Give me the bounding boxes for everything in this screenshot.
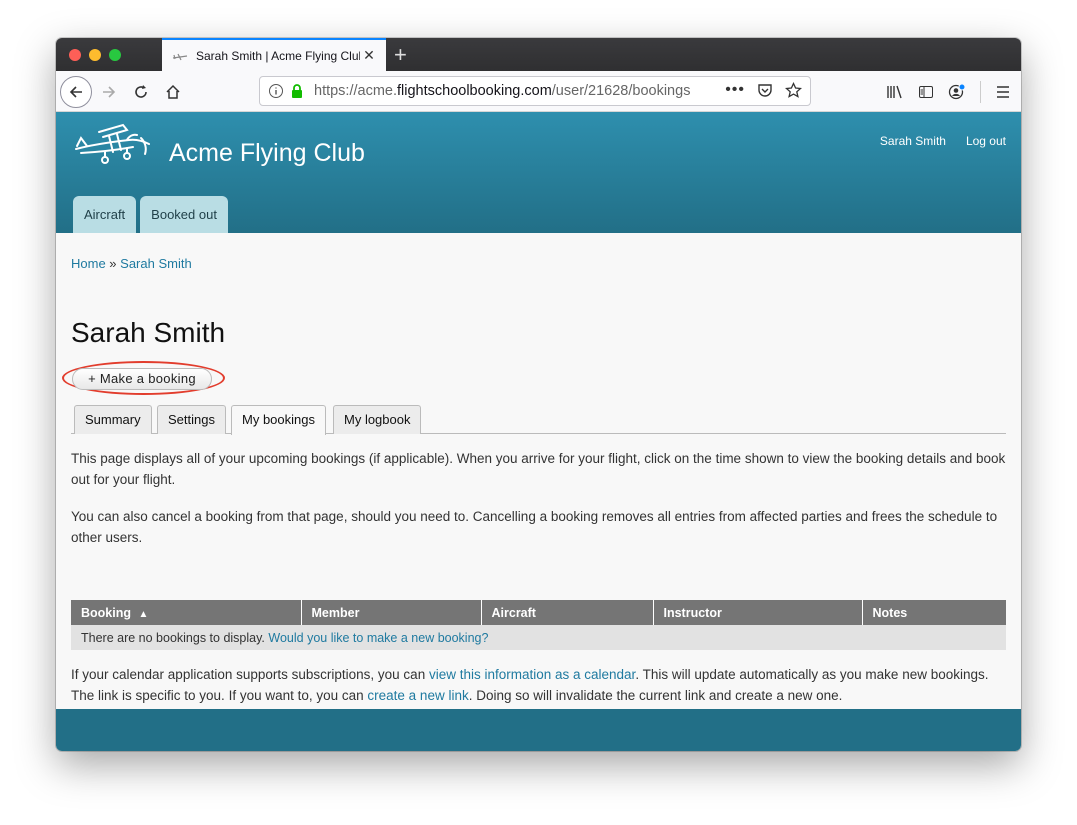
library-icon[interactable] (886, 84, 904, 100)
hamburger-menu-icon[interactable] (995, 85, 1011, 99)
pocket-icon[interactable] (757, 82, 773, 98)
sort-ascending-icon: ▲ (138, 608, 149, 620)
breadcrumb-home[interactable]: Home (71, 256, 106, 271)
url-path: /user/21628/bookings (551, 83, 691, 99)
browser-tab-active[interactable]: Sarah Smith | Acme Flying Club ✕ (162, 38, 386, 71)
minimize-window-button[interactable] (89, 49, 101, 61)
column-booking-label: Booking (81, 605, 131, 620)
tab-summary[interactable]: Summary (74, 405, 152, 434)
address-bar[interactable]: https://acme.flightschoolbooking.com/use… (259, 76, 811, 106)
back-button[interactable] (60, 76, 92, 108)
home-icon (166, 84, 180, 99)
empty-table-message: There are no bookings to display. Would … (71, 625, 1006, 650)
tab-title: Sarah Smith | Acme Flying Club (196, 48, 360, 63)
forward-button[interactable] (94, 77, 124, 107)
site-name[interactable]: Acme Flying Club (169, 139, 365, 168)
reload-button[interactable] (126, 77, 156, 107)
calendar-text-3: . Doing so will invalidate the current l… (468, 688, 843, 703)
primary-tabs: Aircraft Booked out (73, 196, 228, 233)
tab-my-logbook[interactable]: My logbook (333, 405, 422, 434)
bookings-table: Booking ▲ Member Aircraft Instructor Not… (71, 600, 1006, 650)
make-booking-button[interactable]: + Make a booking (72, 368, 212, 390)
column-instructor[interactable]: Instructor (653, 600, 863, 625)
url-text: https://acme.flightschoolbooking.com/use… (314, 83, 690, 99)
new-booking-link[interactable]: Would you like to make a new booking? (268, 631, 488, 645)
lock-icon (292, 84, 302, 98)
user-links: Sarah Smith Log out (880, 134, 1006, 148)
tab-booked-out[interactable]: Booked out (140, 196, 228, 233)
intro-paragraph-1: This page displays all of your upcoming … (71, 451, 1006, 487)
browser-window: Sarah Smith | Acme Flying Club ✕ + https… (56, 38, 1021, 751)
bookmark-star-icon[interactable] (785, 81, 802, 99)
create-new-link[interactable]: create a new link (367, 688, 468, 703)
column-booking[interactable]: Booking ▲ (71, 600, 302, 625)
url-prefix: https://acme. (314, 83, 398, 99)
account-icon[interactable] (948, 83, 966, 101)
url-domain: flightschoolbooking.com (397, 83, 552, 99)
close-window-button[interactable] (69, 49, 81, 61)
breadcrumb-current[interactable]: Sarah Smith (120, 256, 192, 271)
reload-icon (135, 85, 147, 98)
tab-aircraft[interactable]: Aircraft (73, 196, 137, 233)
maximize-window-button[interactable] (109, 49, 121, 61)
info-icon[interactable] (268, 83, 284, 99)
back-arrow-icon (69, 86, 82, 98)
table-row: There are no bookings to display. Would … (71, 625, 1006, 650)
airplane-logo-icon[interactable] (71, 122, 153, 173)
column-notes[interactable]: Notes (862, 600, 1006, 625)
user-profile-link[interactable]: Sarah Smith (880, 134, 946, 148)
site-footer (56, 709, 1021, 751)
breadcrumb-separator: » (105, 256, 121, 271)
view-calendar-link[interactable]: view this information as a calendar (429, 667, 635, 682)
page-actions-icon[interactable]: ••• (725, 81, 745, 99)
home-button[interactable] (158, 77, 188, 107)
close-tab-icon[interactable]: ✕ (360, 47, 378, 64)
calendar-text-1: If your calendar application supports su… (71, 667, 429, 682)
column-member[interactable]: Member (301, 600, 482, 625)
column-aircraft[interactable]: Aircraft (481, 600, 654, 625)
forward-arrow-icon (103, 86, 116, 98)
navigation-bar: https://acme.flightschoolbooking.com/use… (56, 71, 1021, 112)
calendar-paragraph: If your calendar application supports su… (71, 664, 1006, 706)
logout-link[interactable]: Log out (966, 134, 1006, 148)
intro-paragraph-2: You can also cancel a booking from that … (71, 509, 998, 545)
new-tab-icon[interactable]: + (394, 42, 407, 68)
tab-settings[interactable]: Settings (157, 405, 226, 434)
table-header-row: Booking ▲ Member Aircraft Instructor Not… (71, 600, 1006, 625)
empty-text: There are no bookings to display. (81, 630, 265, 645)
sidebar-icon[interactable] (918, 84, 934, 100)
secondary-tabs: Summary Settings My bookings My logbook (71, 397, 1006, 435)
tab-strip: Sarah Smith | Acme Flying Club ✕ + (56, 38, 1021, 71)
tab-my-bookings[interactable]: My bookings (231, 405, 326, 435)
plane-favicon-icon (172, 51, 188, 61)
site-page: Acme Flying Club Sarah Smith Log out Air… (56, 112, 1021, 751)
site-header: Acme Flying Club Sarah Smith Log out Air… (56, 112, 1021, 233)
page-title: Sarah Smith (71, 317, 226, 348)
breadcrumb: Home » Sarah Smith (71, 256, 192, 271)
